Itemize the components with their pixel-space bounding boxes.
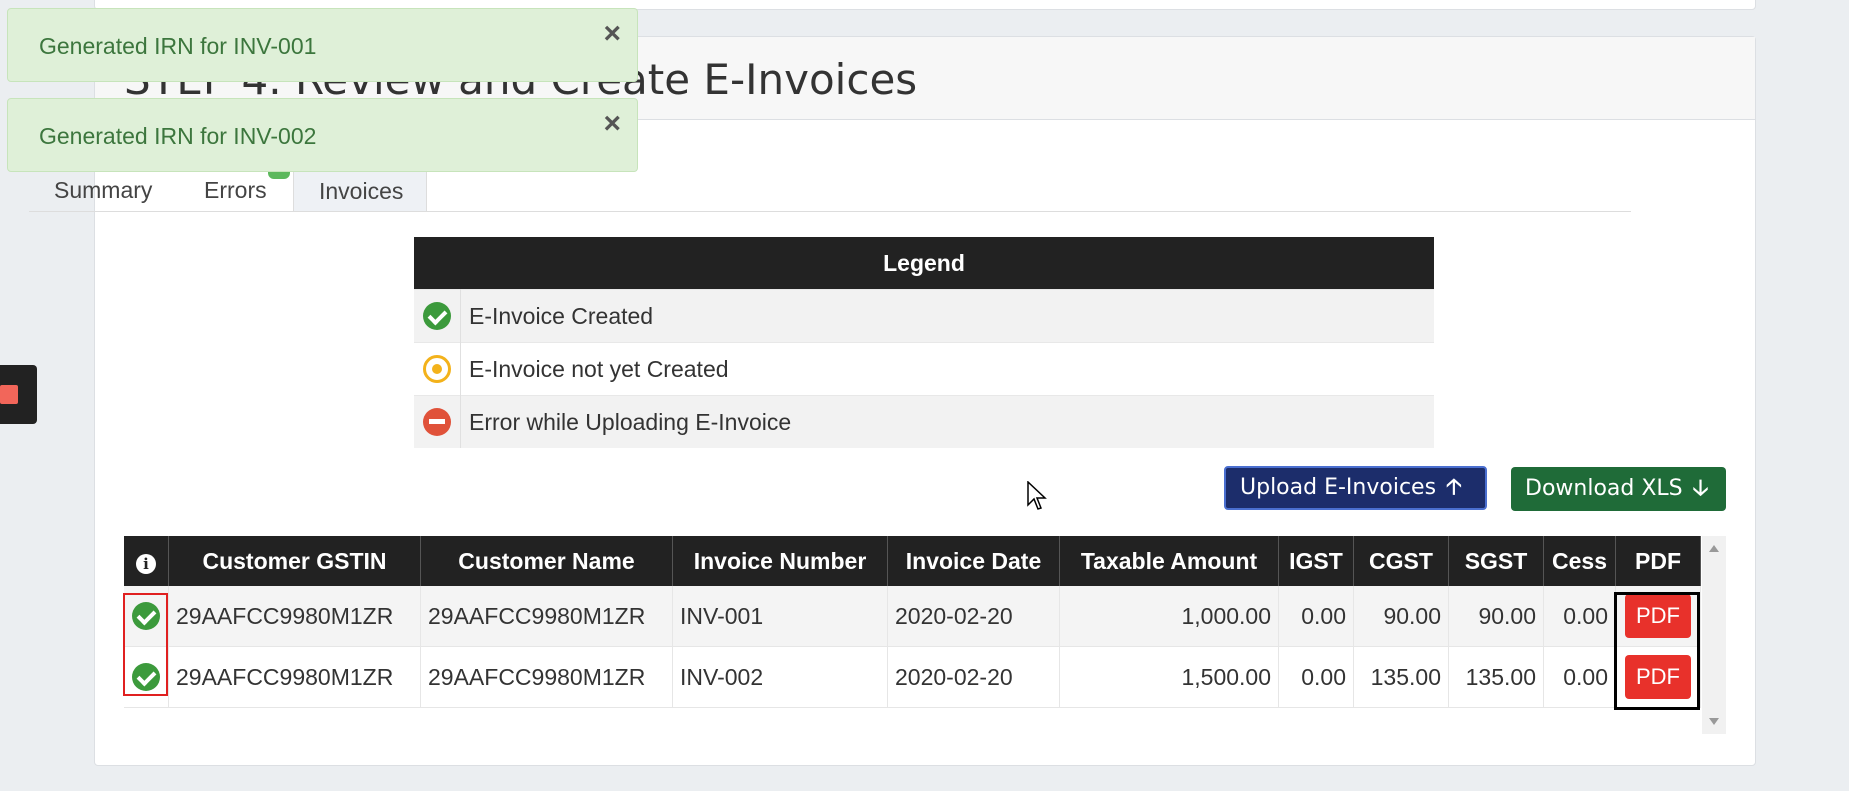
cgst-cell: 135.00 [1353,646,1449,708]
customer-gstin-cell: 29AAFCC9980M1ZR [168,586,421,647]
customer-gstin-cell: 29AAFCC9980M1ZR [168,646,421,708]
invoice-date-cell: 2020-02-20 [887,586,1060,647]
info-icon: i [136,553,156,574]
invoice-date-cell: 2020-02-20 [887,646,1060,708]
toast-message: Generated IRN for INV-001 [39,33,317,59]
toast-message: Generated IRN for INV-002 [39,123,317,149]
upload-button-label: Upload E-Invoices [1240,475,1437,500]
invoices-table-wrap: i Customer GSTIN Customer Name Invoice N… [124,536,1726,734]
column-header: Invoice Date [887,536,1060,586]
column-header: Customer GSTIN [168,536,421,586]
success-toast: Generated IRN for INV-001 × [7,8,638,82]
cess-cell: 0.00 [1543,646,1616,708]
success-toast: Generated IRN for INV-002 × [7,98,638,172]
sgst-cell: 135.00 [1448,646,1544,708]
arrow-up-icon: 🡡 [1446,475,1462,500]
pdf-button[interactable]: PDF [1625,655,1691,699]
scroll-up-icon[interactable] [1709,545,1719,552]
taxable-amount-cell: 1,500.00 [1059,646,1279,708]
column-header: Cess [1543,536,1616,586]
dot-circle-icon [423,355,451,384]
column-header: CGST [1353,536,1449,586]
table-row: 29AAFCC9980M1ZR 29AAFCC9980M1ZR INV-001 … [124,586,1701,647]
column-header: Invoice Number [672,536,888,586]
sgst-cell: 90.00 [1448,586,1544,647]
upload-e-invoices-button[interactable]: Upload E-Invoices 🡡 [1224,466,1487,510]
download-button-label: Download XLS [1525,476,1683,501]
invoice-number-cell: INV-002 [672,646,888,708]
customer-name-cell: 29AAFCC9980M1ZR [420,586,673,647]
status-column-header: i [124,536,169,586]
widget-icon [0,385,18,404]
arrow-down-icon: 🡣 [1692,476,1709,501]
table-row: 29AAFCC9980M1ZR 29AAFCC9980M1ZR INV-002 … [124,646,1701,708]
download-xls-button[interactable]: Download XLS 🡣 [1511,467,1726,511]
check-circle-icon [423,302,451,331]
column-header: SGST [1448,536,1544,586]
minus-circle-icon [423,408,451,437]
legend-table: Legend E-Invoice Created E-Invoice not y… [414,237,1434,448]
igst-cell: 0.00 [1278,646,1354,708]
igst-cell: 0.00 [1278,586,1354,647]
legend-item: Error while Uploading E-Invoice [414,395,1434,448]
column-header: Taxable Amount [1059,536,1279,586]
invoices-table: i Customer GSTIN Customer Name Invoice N… [124,536,1701,708]
tab-errors-label: Errors [204,177,267,203]
scroll-down-icon[interactable] [1709,718,1719,725]
cess-cell: 0.00 [1543,586,1616,647]
close-icon[interactable]: × [603,107,621,141]
legend-item: E-Invoice Created [414,289,1434,343]
invoice-number-cell: INV-001 [672,586,888,647]
legend-title: Legend [414,237,1434,290]
pdf-button[interactable]: PDF [1625,594,1691,638]
check-circle-icon [132,663,160,692]
legend-label: E-Invoice not yet Created [460,342,1434,396]
mouse-cursor-icon [1027,481,1047,510]
cgst-cell: 90.00 [1353,586,1449,647]
table-scrollbar[interactable] [1702,536,1726,734]
column-header: PDF [1615,536,1701,586]
legend-label: Error while Uploading E-Invoice [460,395,1434,448]
legend-item: E-Invoice not yet Created [414,342,1434,396]
close-icon[interactable]: × [603,17,621,51]
side-feedback-widget[interactable] [0,365,37,424]
legend-label: E-Invoice Created [460,289,1434,343]
column-header: Customer Name [420,536,673,586]
column-header: IGST [1278,536,1354,586]
taxable-amount-cell: 1,000.00 [1059,586,1279,647]
check-circle-icon [132,602,160,631]
customer-name-cell: 29AAFCC9980M1ZR [420,646,673,708]
